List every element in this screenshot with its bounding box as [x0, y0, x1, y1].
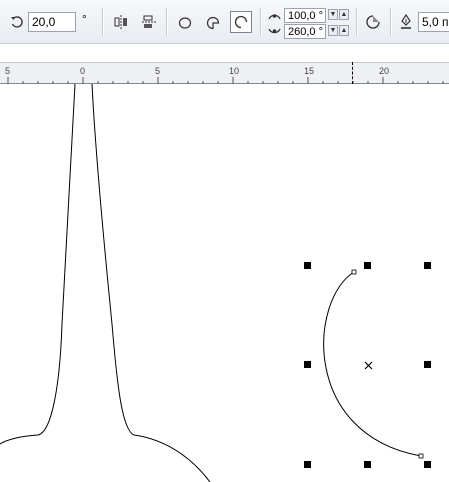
arc-icon[interactable]	[230, 11, 252, 33]
end-angle-icon	[267, 26, 282, 40]
start-angle-input[interactable]	[284, 8, 326, 23]
canvas-drawing	[0, 84, 424, 482]
vase-outline-shape	[91, 84, 211, 482]
property-bar: ° ▼ ▲ ▼ ▲	[0, 0, 449, 44]
start-angle-icon	[267, 10, 282, 24]
selection-handle-top-right[interactable]	[424, 262, 431, 269]
mirror-horizontal-icon[interactable]	[110, 11, 132, 33]
ruler-label: 5	[5, 66, 11, 76]
separator	[356, 8, 357, 36]
arc-node-start	[351, 269, 357, 275]
start-angle-up-icon[interactable]: ▲	[339, 9, 349, 20]
selection-handle-bottom-center[interactable]	[364, 461, 371, 468]
end-angle-down-icon[interactable]: ▼	[328, 25, 338, 36]
separator	[390, 8, 391, 36]
selection-handle-top-center[interactable]	[364, 262, 371, 269]
outline-width-input[interactable]	[418, 12, 449, 32]
rotation-unit-label: °	[82, 12, 87, 26]
separator	[260, 8, 261, 36]
rotation-angle-input[interactable]	[28, 12, 76, 32]
separator	[166, 8, 167, 36]
ruler-cursor-marker	[352, 62, 353, 84]
ruler-label: 5	[155, 66, 161, 76]
ruler-label: 15	[304, 66, 315, 76]
ruler-label: 0	[80, 66, 86, 76]
end-angle-input[interactable]	[284, 24, 326, 39]
change-direction-icon[interactable]	[362, 11, 384, 33]
outline-pen-icon	[400, 13, 412, 33]
horizontal-ruler[interactable]: 5 0 5 10 15 20	[0, 62, 449, 84]
selection-handle-middle-left[interactable]	[304, 361, 311, 368]
ruler-label: 20	[379, 66, 390, 76]
selection-handle-top-left[interactable]	[304, 262, 311, 269]
pie-icon[interactable]	[202, 12, 224, 34]
separator	[102, 8, 103, 36]
vase-outline-shape	[0, 84, 76, 445]
selection-handle-middle-right[interactable]	[424, 361, 431, 368]
selected-arc	[323, 271, 422, 457]
arc-node-end	[418, 453, 424, 459]
selection-handle-bottom-right[interactable]	[424, 461, 431, 468]
selection-handle-bottom-left[interactable]	[304, 461, 311, 468]
drawing-canvas[interactable]	[0, 84, 449, 482]
start-angle-down-icon[interactable]: ▼	[328, 9, 338, 20]
ruler-label: 10	[229, 66, 240, 76]
rotate-icon	[10, 15, 24, 32]
ellipse-icon[interactable]	[174, 12, 196, 34]
center-marker-icon	[364, 361, 373, 370]
end-angle-up-icon[interactable]: ▲	[339, 25, 349, 36]
mirror-vertical-icon[interactable]	[138, 11, 160, 33]
